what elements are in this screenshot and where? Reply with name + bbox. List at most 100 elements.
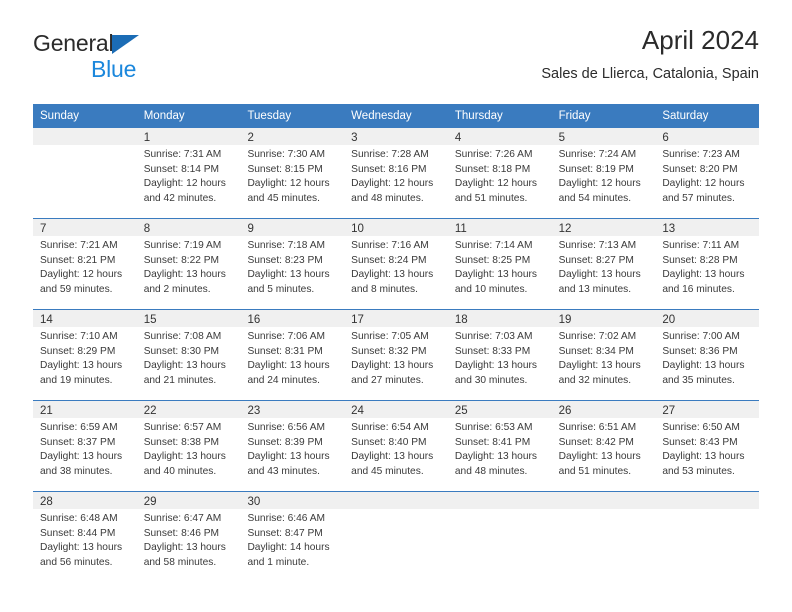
day-details: Sunrise: 7:21 AM Sunset: 8:21 PM Daylight:… [33,236,137,297]
calendar-day-cell[interactable]: 13 Sunrise: 7:11 AM Sunset: 8:28 PM Dayligh… [655,219,760,310]
day-number: 30 [240,492,345,510]
day-number: 29 [136,492,241,510]
calendar-day-cell[interactable]: 21 Sunrise: 6:59 AM Sunset: 8:37 PM Dayligh… [33,401,137,492]
daylight-text: Daylight: 13 hours and 56 minutes. [40,542,123,568]
sunset-text: Sunset: 8:31 PM [247,345,323,357]
daylight-text: Daylight: 13 hours and 21 minutes. [143,360,226,386]
day-number [551,492,656,510]
calendar-week-row: 1 Sunrise: 7:31 AM Sunset: 8:14 PM Daylight… [33,128,760,219]
calendar-day-cell[interactable]: 18 Sunrise: 7:03 AM Sunset: 8:33 PM Dayligh… [447,310,552,401]
calendar-day-cell[interactable]: 29 Sunrise: 6:47 AM Sunset: 8:46 PM Dayligh… [136,492,241,583]
sunrise-text: Sunrise: 7:11 AM [662,240,740,252]
day-of-week-header-row: Sunday Monday Tuesday Wednesday Thursday Frid… [33,104,759,129]
calendar-day-cell[interactable]: 8 Sunrise: 7:19 AM Sunset: 8:22 PM Daylight… [136,219,241,310]
daylight-text: Daylight: 13 hours and 8 minutes. [351,269,434,295]
sunset-text: Sunset: 8:21 PM [40,254,116,266]
sunrise-text: Sunrise: 6:47 AM [143,513,222,525]
daylight-text: Daylight: 12 hours and 48 minutes. [351,178,434,204]
calendar-week-row: 7 Sunrise: 7:21 AM Sunset: 8:21 PM Daylight… [33,218,760,310]
sunrise-text: Sunrise: 6:53 AM [454,422,533,434]
day-number: 16 [240,310,345,328]
calendar-day-cell[interactable]: 9 Sunrise: 7:18 AM Sunset: 8:23 PM Daylight… [240,219,345,310]
calendar-day-cell[interactable]: 14 Sunrise: 7:10 AM Sunset: 8:29 PM Dayligh… [33,310,137,401]
sunset-text: Sunset: 8:14 PM [143,163,220,175]
day-number: 22 [136,401,241,419]
daylight-text: Daylight: 13 hours and 10 minutes. [454,269,537,295]
sunrise-text: Sunrise: 7:21 AM [40,240,118,252]
calendar-day-cell[interactable]: 25 Sunrise: 6:53 AM Sunset: 8:41 PM Dayligh… [447,401,552,492]
day-details: Sunrise: 6:48 AM Sunset: 8:44 PM Daylight:… [33,509,137,570]
day-details: Sunrise: 7:24 AM Sunset: 8:19 PM Daylight:… [552,145,656,206]
calendar-day-cell[interactable]: 15 Sunrise: 7:08 AM Sunset: 8:30 PM Dayligh… [136,310,241,401]
calendar-day-cell[interactable]: 5 Sunrise: 7:24 AM Sunset: 8:19 PM Daylight… [551,128,656,219]
calendar-day-cell[interactable]: 3 Sunrise: 7:28 AM Sunset: 8:16 PM Daylight… [344,128,448,219]
sunrise-text: Sunrise: 7:02 AM [558,331,637,343]
daylight-text: Daylight: 13 hours and 19 minutes. [40,360,123,386]
day-number: 27 [655,401,760,419]
day-number: 6 [655,128,760,146]
day-details: Sunrise: 7:16 AM Sunset: 8:24 PM Daylight:… [344,236,448,297]
calendar-day-cell[interactable]: 30 Sunrise: 6:46 AM Sunset: 8:47 PM Dayligh… [240,492,345,583]
calendar-day-cell[interactable]: 22 Sunrise: 6:57 AM Sunset: 8:38 PM Dayligh… [136,401,241,492]
calendar-day-cell[interactable]: 11 Sunrise: 7:14 AM Sunset: 8:25 PM Dayligh… [447,219,552,310]
sunset-text: Sunset: 8:38 PM [143,436,220,448]
sunset-text: Sunset: 8:28 PM [662,254,738,266]
calendar-day-cell[interactable]: 10 Sunrise: 7:16 AM Sunset: 8:24 PM Dayligh… [344,219,448,310]
calendar-day-cell[interactable]: 1 Sunrise: 7:31 AM Sunset: 8:14 PM Daylight… [136,128,241,219]
daylight-text: Daylight: 13 hours and 24 minutes. [247,360,330,386]
sunrise-text: Sunrise: 7:16 AM [351,240,429,252]
daylight-text: Daylight: 13 hours and 40 minutes. [143,451,226,477]
sunset-text: Sunset: 8:39 PM [247,436,323,448]
day-number: 3 [344,128,448,146]
calendar-day-cell[interactable]: 6 Sunrise: 7:23 AM Sunset: 8:20 PM Daylight… [655,128,760,219]
sunset-text: Sunset: 8:46 PM [143,527,220,539]
calendar-day-cell[interactable]: 12 Sunrise: 7:13 AM Sunset: 8:27 PM Dayligh… [551,219,656,310]
calendar-week-row: 28 Sunrise: 6:48 AM Sunset: 8:44 PM Dayligh… [33,491,760,583]
sunset-text: Sunset: 8:32 PM [351,345,427,357]
daylight-text: Daylight: 13 hours and 32 minutes. [558,360,641,386]
calendar-day-cell[interactable]: 27 Sunrise: 6:50 AM Sunset: 8:43 PM Dayligh… [655,401,760,492]
sunrise-text: Sunrise: 7:13 AM [558,240,637,252]
calendar-day-cell[interactable]: 20 Sunrise: 7:00 AM Sunset: 8:36 PM Dayligh… [655,310,760,401]
sunset-text: Sunset: 8:18 PM [454,163,531,175]
sunrise-text: Sunrise: 7:31 AM [143,149,222,161]
day-number: 14 [33,310,137,328]
sunset-text: Sunset: 8:20 PM [662,163,738,175]
calendar-day-cell[interactable]: 28 Sunrise: 6:48 AM Sunset: 8:44 PM Dayligh… [33,492,137,583]
day-details: Sunrise: 6:47 AM Sunset: 8:46 PM Daylight:… [137,509,241,570]
daylight-text: Daylight: 12 hours and 45 minutes. [247,178,330,204]
sunrise-text: Sunrise: 7:05 AM [351,331,429,343]
calendar-day-cell[interactable]: 26 Sunrise: 6:51 AM Sunset: 8:42 PM Dayligh… [551,401,656,492]
sunset-text: Sunset: 8:25 PM [454,254,531,266]
general-blue-logo: General Blue [33,32,233,88]
day-of-week-header: Monday [143,110,185,122]
sunset-text: Sunset: 8:47 PM [247,527,323,539]
day-number: 1 [136,128,241,146]
calendar-day-cell[interactable]: 16 Sunrise: 7:06 AM Sunset: 8:31 PM Dayligh… [240,310,345,401]
day-details: Sunrise: 6:59 AM Sunset: 8:37 PM Daylight:… [33,418,137,479]
page-title: April 2024 [641,25,759,55]
day-details: Sunrise: 6:53 AM Sunset: 8:41 PM Daylight:… [448,418,552,479]
calendar-day-cell[interactable]: 24 Sunrise: 6:54 AM Sunset: 8:40 PM Dayligh… [344,401,448,492]
day-number: 9 [240,219,345,237]
sunset-text: Sunset: 8:43 PM [662,436,738,448]
calendar-day-cell[interactable]: 19 Sunrise: 7:02 AM Sunset: 8:34 PM Dayligh… [551,310,656,401]
calendar-day-cell[interactable]: 4 Sunrise: 7:26 AM Sunset: 8:18 PM Daylight… [447,128,552,219]
day-details: Sunrise: 7:05 AM Sunset: 8:32 PM Daylight:… [344,327,448,388]
day-number [344,492,448,510]
day-details: Sunrise: 6:54 AM Sunset: 8:40 PM Daylight:… [344,418,448,479]
calendar-day-cell[interactable]: 17 Sunrise: 7:05 AM Sunset: 8:32 PM Dayligh… [344,310,448,401]
daylight-text: Daylight: 13 hours and 2 minutes. [143,269,226,295]
page-subtitle: Sales de Llierca, Catalonia, Spain [541,65,759,82]
calendar-day-cell[interactable]: 2 Sunrise: 7:30 AM Sunset: 8:15 PM Daylight… [240,128,345,219]
sunset-text: Sunset: 8:27 PM [558,254,634,266]
sunset-text: Sunset: 8:29 PM [40,345,116,357]
sunrise-text: Sunrise: 6:56 AM [247,422,326,434]
sunrise-text: Sunrise: 7:23 AM [662,149,740,161]
day-number: 24 [344,401,448,419]
daylight-text: Daylight: 13 hours and 48 minutes. [454,451,537,477]
day-number: 17 [344,310,448,328]
calendar-day-cell[interactable]: 7 Sunrise: 7:21 AM Sunset: 8:21 PM Daylight… [33,219,137,310]
day-details: Sunrise: 7:28 AM Sunset: 8:16 PM Daylight:… [344,145,448,206]
calendar-day-cell[interactable]: 23 Sunrise: 6:56 AM Sunset: 8:39 PM Dayligh… [240,401,345,492]
